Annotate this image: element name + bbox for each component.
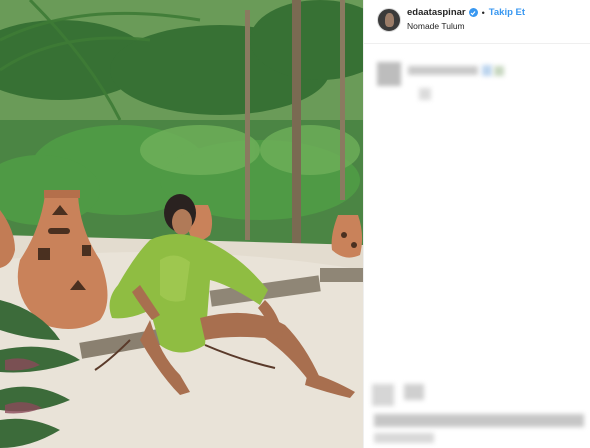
verified-badge-icon xyxy=(468,8,478,17)
post-photo-illustration xyxy=(0,0,363,448)
comment-emoji-blurred xyxy=(494,66,504,76)
comment-meta-blurred xyxy=(419,88,431,100)
location-link[interactable]: Nomade Tulum xyxy=(407,21,525,31)
comment-emoji-blurred xyxy=(482,65,492,76)
header-row: edaataspinar • Takip Et xyxy=(407,7,525,18)
likes-text-blurred xyxy=(374,414,584,427)
username-link[interactable]: edaataspinar xyxy=(407,7,466,18)
action-icons-blurred xyxy=(372,384,394,406)
action-icons-blurred xyxy=(404,384,424,400)
post-side-panel: edaataspinar • Takip Et Nomade Tulum xyxy=(363,0,590,448)
comment-avatar-blurred xyxy=(377,62,401,86)
follow-button[interactable]: Takip Et xyxy=(489,7,525,18)
post-photo[interactable] xyxy=(0,0,363,448)
comment-text-blurred xyxy=(408,66,478,75)
separator-dot: • xyxy=(481,7,485,18)
header-text: edaataspinar • Takip Et Nomade Tulum xyxy=(407,7,525,31)
timestamp-blurred xyxy=(374,433,434,443)
profile-avatar[interactable] xyxy=(377,8,401,32)
post-header: edaataspinar • Takip Et Nomade Tulum xyxy=(364,0,590,44)
